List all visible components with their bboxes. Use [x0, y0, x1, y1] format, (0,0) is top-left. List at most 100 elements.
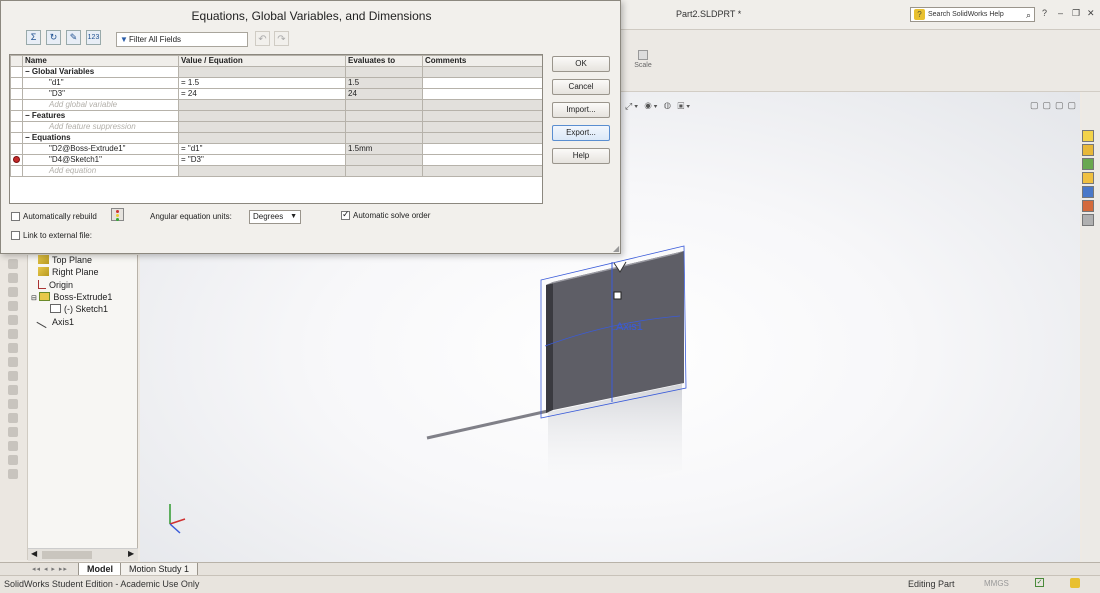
tool-icon-12[interactable]	[8, 413, 18, 423]
column-header-name[interactable]: Name	[22, 55, 179, 67]
resize-grip-icon[interactable]: ◢	[613, 244, 619, 253]
tree-item-boss-extrude[interactable]: ⊟ Boss-Extrude1	[31, 292, 112, 302]
undo-button[interactable]: ↶	[255, 31, 270, 46]
help-search-input[interactable]: ? Search SolidWorks Help ⌕	[910, 7, 1035, 22]
export-button[interactable]: Export...	[552, 125, 610, 141]
cell-comment[interactable]	[422, 77, 542, 89]
rebuild-ok-icon[interactable]: ✓	[1035, 578, 1044, 587]
tool-icon-4[interactable]	[8, 301, 18, 311]
add-equation-row[interactable]: Add equation	[10, 165, 542, 177]
add-equation-placeholder[interactable]: Add equation	[22, 165, 179, 177]
ordered-view-icon[interactable]: 123	[86, 30, 101, 45]
sketch-equation-view-icon[interactable]: ↻	[46, 30, 61, 45]
tool-icon-16[interactable]	[8, 469, 18, 479]
tool-icon-14[interactable]	[8, 441, 18, 451]
cell-name[interactable]: "d1"	[22, 77, 179, 89]
cell-value[interactable]: = 1.5	[178, 77, 346, 89]
cancel-button[interactable]: Cancel	[552, 79, 610, 95]
design-library-icon[interactable]	[1082, 144, 1094, 156]
tool-icon-10[interactable]	[8, 385, 18, 395]
tool-icon-5[interactable]	[8, 315, 18, 325]
cell-name[interactable]: "D3"	[22, 88, 179, 100]
scale-button[interactable]: Scale	[628, 50, 658, 69]
cell-comment[interactable]	[422, 154, 542, 166]
tool-icon-9[interactable]	[8, 371, 18, 381]
angular-units-select[interactable]: Degrees ▼	[249, 210, 301, 224]
tree-item-sketch[interactable]: (-) Sketch1	[50, 304, 108, 314]
heads-up-view-toolbar[interactable]: ⤢▾ ◉▾ ◍ ▣▾	[625, 101, 692, 112]
section-row-features[interactable]: − Features	[10, 110, 542, 122]
custom-properties-icon[interactable]	[1082, 214, 1094, 226]
search-icon[interactable]: ⌕	[1026, 9, 1031, 22]
tool-icon-1[interactable]	[8, 259, 18, 269]
tool-icon-15[interactable]	[8, 455, 18, 465]
cell-comment[interactable]	[422, 143, 542, 155]
cell-name[interactable]: "D4@Sketch1"	[22, 154, 179, 166]
close-icon[interactable]: ✕	[1087, 8, 1095, 19]
tool-icon-2[interactable]	[8, 273, 18, 283]
viewport-window-controls[interactable]: ▢▢▢▢	[1030, 100, 1080, 111]
tree-item-right-plane[interactable]: Right Plane	[38, 267, 99, 277]
redo-button[interactable]: ↷	[274, 31, 289, 46]
add-global-variable-row[interactable]: Add global variable	[10, 99, 542, 111]
collapse-icon[interactable]: −	[25, 112, 32, 121]
tool-icon-13[interactable]	[8, 427, 18, 437]
table-row[interactable]: "D2@Boss-Extrude1" = "d1" 1.5mm	[10, 143, 542, 155]
cell-comment[interactable]	[422, 88, 542, 100]
cell-value[interactable]: = 24	[178, 88, 346, 100]
task-pane-tabs[interactable]	[1082, 130, 1096, 230]
app-titlebar: Part2.SLDPRT * ? Search SolidWorks Help …	[620, 0, 1100, 30]
tool-icon-6[interactable]	[8, 329, 18, 339]
column-header-comments[interactable]: Comments	[422, 55, 542, 67]
minimize-icon[interactable]: –	[1058, 8, 1063, 18]
auto-rebuild-checkbox[interactable]	[11, 212, 20, 221]
column-header-evaluates[interactable]: Evaluates to	[345, 55, 423, 67]
column-header-value[interactable]: Value / Equation	[178, 55, 346, 67]
ok-button[interactable]: OK	[552, 56, 610, 72]
add-feature-placeholder[interactable]: Add feature suppression	[22, 121, 179, 133]
scroll-thumb[interactable]	[42, 551, 92, 559]
section-row-equations[interactable]: − Equations	[10, 132, 542, 144]
tree-item-origin[interactable]: Origin	[38, 280, 73, 290]
add-global-placeholder[interactable]: Add global variable	[22, 99, 179, 111]
table-row[interactable]: "D3" = 24 24	[10, 88, 542, 100]
help-icon[interactable]: ?	[1042, 8, 1047, 18]
view-palette-icon[interactable]	[1082, 186, 1094, 198]
import-button[interactable]: Import...	[552, 102, 610, 118]
filter-input[interactable]: ▼ Filter All Fields	[116, 32, 248, 47]
file-explorer-icon[interactable]	[1082, 158, 1094, 170]
tab-navigation-icons[interactable]: ◂◂ ◂ ▸ ▸▸	[32, 565, 68, 573]
cell-value[interactable]: = "d1"	[178, 143, 346, 155]
scroll-left-icon[interactable]: ◀	[31, 549, 37, 558]
search-results-icon[interactable]	[1082, 172, 1094, 184]
collapse-icon[interactable]: −	[25, 68, 32, 77]
tree-item-top-plane[interactable]: Top Plane	[38, 255, 92, 265]
equation-view-icon[interactable]: Σ	[26, 30, 41, 45]
collapse-icon[interactable]: −	[25, 134, 32, 143]
unit-system[interactable]: MMGS	[984, 579, 1009, 588]
tool-icon-8[interactable]	[8, 357, 18, 367]
add-feature-suppression-row[interactable]: Add feature suppression	[10, 121, 542, 133]
tree-horizontal-scrollbar[interactable]: ◀ ▶	[28, 548, 138, 561]
collapse-icon[interactable]: ⊟	[31, 295, 37, 302]
auto-solve-checkbox[interactable]	[341, 209, 350, 220]
table-row[interactable]: "d1" = 1.5 1.5	[10, 77, 542, 89]
quick-tips-icon[interactable]	[1070, 578, 1080, 588]
cell-value[interactable]: = "D3"	[178, 154, 346, 166]
tool-icon-11[interactable]	[8, 399, 18, 409]
tool-icon-7[interactable]	[8, 343, 18, 353]
scroll-right-icon[interactable]: ▶	[128, 549, 134, 558]
rebuild-status-icon[interactable]	[111, 208, 124, 221]
help-button[interactable]: Help	[552, 148, 610, 164]
restore-icon[interactable]: ❐	[1072, 8, 1080, 19]
dimension-view-icon[interactable]: ✎	[66, 30, 81, 45]
table-row[interactable]: "D4@Sketch1" = "D3"	[10, 154, 542, 166]
left-toolbar[interactable]	[0, 255, 28, 560]
cell-name[interactable]: "D2@Boss-Extrude1"	[22, 143, 179, 155]
appearances-icon[interactable]	[1082, 200, 1094, 212]
section-row-global-variables[interactable]: − Global Variables	[10, 66, 542, 78]
resources-icon[interactable]	[1082, 130, 1094, 142]
link-external-checkbox[interactable]	[11, 231, 20, 240]
tree-item-axis[interactable]: Axis1	[36, 314, 74, 329]
tool-icon-3[interactable]	[8, 287, 18, 297]
